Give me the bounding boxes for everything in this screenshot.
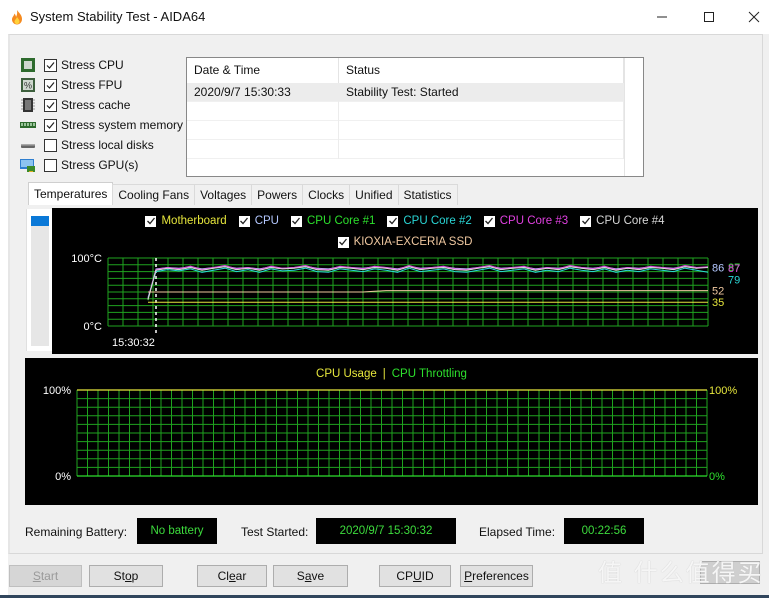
- svg-text:%: %: [24, 81, 32, 91]
- close-button[interactable]: [739, 6, 769, 28]
- scrollbar-thumb[interactable]: [31, 216, 49, 226]
- close-icon: [748, 11, 760, 23]
- stop-button[interactable]: St o p: [89, 565, 163, 587]
- main-panel: Stress CPU % Stress FPU Stress cache Str…: [8, 34, 763, 554]
- watermark-text: 值 什么值得买: [598, 559, 764, 587]
- status-bar: Remaining Battery: No battery Test Start…: [10, 515, 765, 549]
- current-value-label: 35: [712, 297, 724, 309]
- temperature-plot: 100°C0°C15:30:3286 8787795235: [71, 253, 740, 349]
- current-value-label: 86: [712, 263, 724, 275]
- cpu-chip-icon: [20, 58, 36, 72]
- window-client-area: Stress CPU % Stress FPU Stress cache Str…: [8, 34, 769, 598]
- current-value-label: 52: [712, 286, 724, 298]
- disk-drive-icon: [20, 138, 36, 152]
- log-cell-datetime: 2020/9/7 15:30:33: [187, 83, 339, 102]
- tab-temperatures[interactable]: Temperatures: [28, 182, 114, 205]
- stress-cache-option[interactable]: Stress cache: [20, 95, 130, 115]
- battery-value: No battery: [137, 518, 217, 544]
- tab-clocks[interactable]: Clocks: [302, 184, 351, 205]
- log-header: Date & Time Status: [187, 58, 624, 83]
- fpu-percent-icon: %: [20, 78, 36, 92]
- stress-disks-checkbox[interactable]: [44, 138, 57, 152]
- sensor-list-scrollbar[interactable]: [26, 209, 52, 351]
- cpu-usage-graph: CPU Usage | CPU Throttling 100% 0% 100% 0%: [25, 358, 758, 505]
- x-axis-start-label: 15:30:32: [112, 337, 155, 349]
- stress-cpu-option[interactable]: Stress CPU: [20, 55, 124, 75]
- save-button[interactable]: Sa ve: [273, 565, 348, 587]
- stress-cache-checkbox[interactable]: [44, 98, 57, 112]
- cpuid-button[interactable]: CP U ID: [379, 565, 451, 587]
- current-value-label: 79: [728, 274, 740, 286]
- tab-powers[interactable]: Powers: [251, 184, 304, 205]
- test-started-label: Test Started:: [241, 525, 309, 539]
- cache-chip-icon: [20, 98, 36, 112]
- tab-voltages[interactable]: Voltages: [194, 184, 253, 205]
- log-column-divider: [624, 58, 625, 176]
- minimize-icon: [657, 16, 667, 18]
- battery-label: Remaining Battery:: [25, 525, 128, 539]
- y-axis-right-top-label: 100%: [709, 385, 737, 397]
- stress-memory-checkbox[interactable]: [44, 118, 57, 132]
- log-row[interactable]: 2020/9/7 15:30:33 Stability Test: Starte…: [187, 83, 624, 102]
- cpu-usage-plot: 100% 0% 100% 0%: [43, 385, 737, 483]
- tab-statistics[interactable]: Statistics: [397, 184, 458, 205]
- elapsed-time-value: 00:22:56: [564, 518, 644, 544]
- current-value-label: 87: [728, 263, 740, 275]
- scrollbar-track[interactable]: [31, 216, 49, 346]
- tab-unified[interactable]: Unified: [349, 184, 399, 205]
- stress-disks-option[interactable]: Stress local disks: [20, 135, 154, 155]
- y-axis-top-label: 100°C: [71, 253, 102, 265]
- memory-module-icon: [20, 118, 36, 132]
- log-column-datetime[interactable]: Date & Time: [187, 58, 339, 83]
- minimize-button[interactable]: [647, 6, 677, 28]
- clear-button[interactable]: Cl e ar: [197, 565, 267, 587]
- log-row-empty: [187, 102, 624, 121]
- log-row-empty: [187, 140, 624, 159]
- temperature-graph: Motherboard CPU CPU Core #1 CPU Core #2 …: [52, 208, 758, 354]
- series-line-cpu-core-2: [147, 267, 709, 298]
- stress-gpu-option[interactable]: Stress GPU(s): [20, 155, 138, 175]
- event-log-list[interactable]: Date & Time Status 2020/9/7 15:30:33 Sta…: [186, 57, 644, 177]
- title-bar: System Stability Test - AIDA64: [0, 0, 769, 34]
- test-started-value: 2020/9/7 15:30:32: [316, 518, 456, 544]
- log-column-status[interactable]: Status: [339, 58, 624, 83]
- y-axis-right-bottom-label: 0%: [709, 471, 725, 483]
- stress-fpu-checkbox[interactable]: [44, 78, 57, 92]
- preferences-button[interactable]: Preferences: [460, 565, 533, 587]
- maximize-button[interactable]: [694, 6, 724, 28]
- aida64-flame-icon: [12, 10, 22, 25]
- stress-cpu-checkbox[interactable]: [44, 58, 57, 72]
- elapsed-time-label: Elapsed Time:: [479, 525, 556, 539]
- graph-tabs: Temperatures Cooling Fans Voltages Power…: [28, 182, 458, 205]
- y-axis-left-top-label: 100%: [43, 385, 71, 397]
- log-cell-status: Stability Test: Started: [339, 83, 624, 102]
- stress-gpu-checkbox[interactable]: [44, 158, 57, 172]
- window-title: System Stability Test - AIDA64: [30, 9, 206, 24]
- tab-cooling-fans[interactable]: Cooling Fans: [112, 184, 196, 205]
- stress-fpu-option[interactable]: % Stress FPU: [20, 75, 122, 95]
- gpu-monitor-icon: [20, 158, 36, 172]
- log-row-empty: [187, 121, 624, 140]
- y-axis-bottom-label: 0°C: [84, 321, 103, 333]
- start-button[interactable]: Start: [9, 565, 82, 587]
- stress-memory-option[interactable]: Stress system memory: [20, 115, 183, 135]
- y-axis-left-bottom-label: 0%: [55, 471, 71, 483]
- maximize-icon: [704, 12, 714, 22]
